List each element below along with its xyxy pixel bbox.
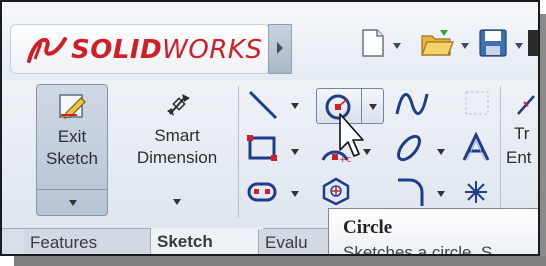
exit-sketch-icon: [59, 94, 86, 119]
tab-evaluate[interactable]: Evalu: [258, 229, 335, 254]
trim-entities-label-cutoff-1[interactable]: Tr: [514, 124, 538, 144]
chevron-down-icon[interactable]: [514, 42, 524, 50]
chevron-down-icon[interactable]: [290, 148, 300, 156]
solidworks-logo-menu[interactable]: SOLIDWORKS: [10, 24, 270, 74]
chevron-down-icon[interactable]: [392, 42, 402, 50]
partial-ellipse-icon[interactable]: [462, 88, 492, 118]
smart-label-line1: Smart: [154, 126, 200, 145]
toolbar-overflow-icon[interactable]: [526, 28, 538, 58]
brand-name: SOLIDWORKS: [71, 35, 263, 65]
text-icon[interactable]: [460, 132, 492, 164]
trim-entities-icon[interactable]: [514, 92, 538, 118]
ribbon-divider: [500, 86, 501, 218]
smart-dimension-icon: [167, 94, 190, 116]
save-icon[interactable]: [478, 28, 508, 58]
chevron-down-icon[interactable]: [436, 190, 446, 198]
smart-label-line2: Dimension: [136, 148, 218, 167]
polygon-icon[interactable]: [320, 176, 352, 206]
tooltip-description: Sketches a circle. S: [343, 243, 493, 256]
smart-dimension-button[interactable]: Smart Dimension: [122, 84, 232, 216]
tab-features[interactable]: Features: [24, 229, 153, 254]
chevron-down-icon[interactable]: [290, 102, 300, 110]
ribbon-divider: [238, 86, 239, 218]
circle-tooltip: Circle Sketches a circle. S: [328, 208, 538, 256]
sketch-fillet-icon[interactable]: [394, 176, 428, 208]
rectangle-icon[interactable]: [246, 134, 278, 162]
chevron-down-icon[interactable]: [290, 190, 300, 198]
ellipse-icon[interactable]: [392, 132, 426, 164]
trim-entities-label-cutoff-2[interactable]: Ent: [506, 148, 538, 168]
button-split-divider: [37, 189, 107, 190]
chevron-down-icon[interactable]: [172, 198, 182, 206]
mouse-cursor-icon: [339, 113, 364, 157]
exit-label-line1: Exit: [57, 127, 87, 146]
ds-logo-icon: [27, 37, 67, 63]
chevron-down-icon[interactable]: [368, 103, 378, 111]
window-shadow-bottom: [14, 256, 546, 266]
menu-expand-button[interactable]: [268, 24, 292, 74]
chevron-down-icon[interactable]: [68, 199, 78, 207]
tooltip-title: Circle: [343, 217, 393, 238]
slot-icon[interactable]: [246, 180, 278, 204]
new-document-icon[interactable]: [360, 28, 386, 58]
tab-sketch[interactable]: Sketch: [150, 228, 264, 254]
spline-icon[interactable]: [394, 88, 430, 120]
solidworks-window: SOLIDWORKS Exit Sketch Smart Dimension +…: [0, 0, 540, 256]
window-shadow-right: [540, 14, 546, 256]
open-folder-icon[interactable]: [420, 28, 454, 58]
exit-label-line2: Sketch: [46, 149, 98, 168]
line-icon[interactable]: [246, 88, 280, 122]
screenshot-stage: SOLIDWORKS Exit Sketch Smart Dimension +…: [0, 0, 546, 266]
exit-sketch-button[interactable]: Exit Sketch: [36, 84, 108, 216]
chevron-down-icon[interactable]: [460, 42, 470, 50]
chevron-down-icon[interactable]: [436, 148, 446, 156]
point-icon[interactable]: [462, 178, 490, 206]
chevron-right-icon: [277, 42, 283, 54]
